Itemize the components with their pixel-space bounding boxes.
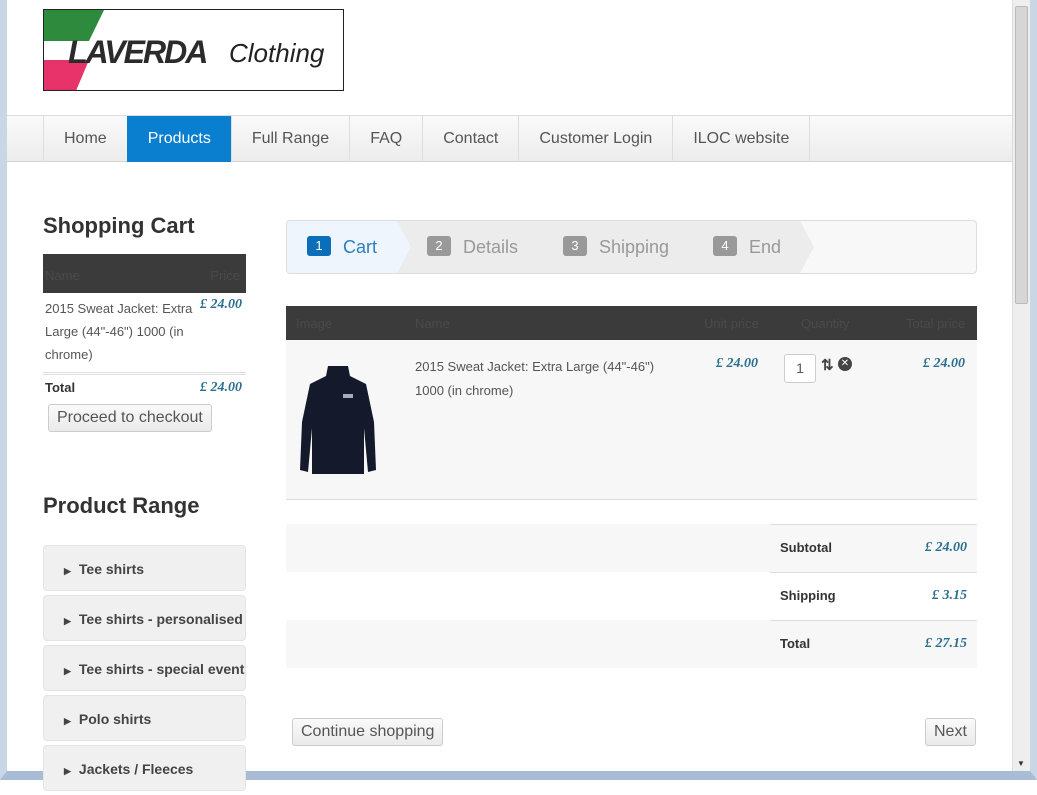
caret-right-icon: ▶ bbox=[64, 766, 71, 776]
logo-brand: LAVERDA bbox=[68, 34, 208, 70]
mini-cart: Name Price 2015 Sweat Jacket: Extra Large… bbox=[43, 254, 246, 432]
step-number: 1 bbox=[307, 236, 331, 256]
range-item-tee-shirts-special-event[interactable]: ▶ Tee shirts - special event bbox=[43, 645, 246, 691]
nav-faq[interactable]: FAQ bbox=[349, 116, 422, 162]
total-value: £ 27.15 bbox=[877, 620, 977, 668]
subtotal-row: Subtotal £ 24.00 bbox=[286, 524, 977, 572]
col-image: Image bbox=[296, 316, 333, 331]
mini-cart-item-name: 2015 Sweat Jacket: Extra Large (44"-46")… bbox=[45, 301, 193, 362]
col-quantity: Quantity bbox=[801, 316, 850, 331]
nav-contact[interactable]: Contact bbox=[422, 116, 518, 162]
proceed-to-checkout-button[interactable]: Proceed to checkout bbox=[48, 404, 212, 432]
nav-customer-login[interactable]: Customer Login bbox=[518, 116, 672, 162]
nav-iloc-website[interactable]: ILOC website bbox=[672, 116, 811, 162]
step-end[interactable]: 4 End bbox=[684, 221, 814, 273]
mini-cart-item: 2015 Sweat Jacket: Extra Large (44"-46")… bbox=[43, 293, 246, 375]
mini-cart-col-price: Price bbox=[210, 268, 240, 283]
range-item-label: Tee shirts - personalised bbox=[78, 611, 243, 627]
caret-right-icon: ▶ bbox=[64, 616, 71, 626]
mini-cart-total: £ 24.00 bbox=[200, 380, 242, 395]
step-shipping[interactable]: 3 Shipping bbox=[533, 221, 698, 273]
product-image-jacket[interactable] bbox=[298, 362, 378, 477]
cart-table: Image Name Unit price Quantity Total pri… bbox=[286, 306, 977, 500]
step-label: Shipping bbox=[599, 237, 670, 257]
step-number: 4 bbox=[713, 236, 737, 256]
subtotal-value: £ 24.00 bbox=[877, 524, 977, 572]
step-label: Cart bbox=[343, 237, 378, 257]
range-item-label: Tee shirts - special event bbox=[78, 661, 245, 677]
step-label: Details bbox=[463, 237, 519, 257]
logo-sub: Clothing bbox=[229, 38, 325, 68]
range-item-label: Jackets / Fleeces bbox=[78, 761, 194, 777]
shopping-cart-heading: Shopping Cart bbox=[43, 213, 195, 238]
continue-shopping-button[interactable]: Continue shopping bbox=[292, 718, 444, 746]
range-item-tee-shirts[interactable]: ▶ Tee shirts bbox=[43, 545, 246, 591]
next-button[interactable]: Next bbox=[925, 718, 976, 746]
vertical-scrollbar[interactable]: ▼ bbox=[1012, 0, 1030, 771]
product-range-heading: Product Range bbox=[43, 493, 200, 518]
nav-home[interactable]: Home bbox=[43, 116, 127, 162]
col-unit-price: Unit price bbox=[704, 316, 759, 331]
checkout-steps: 1 Cart 2 Details 3 Shipping 4 End bbox=[286, 220, 977, 274]
shipping-row: Shipping £ 3.15 bbox=[286, 572, 977, 620]
col-total-price: Total price bbox=[906, 316, 966, 331]
quantity-input[interactable]: 1 bbox=[784, 354, 816, 383]
shipping-label: Shipping bbox=[770, 572, 877, 620]
caret-right-icon: ▶ bbox=[64, 666, 71, 676]
shipping-value: £ 3.15 bbox=[877, 572, 977, 620]
cart-item-unit-price: £ 24.00 bbox=[716, 356, 758, 371]
scrollbar-thumb[interactable] bbox=[1015, 6, 1028, 304]
nav-full-range[interactable]: Full Range bbox=[230, 116, 349, 162]
laverda-clothing-logo[interactable]: LAVERDA Clothing bbox=[43, 9, 344, 91]
caret-right-icon: ▶ bbox=[64, 566, 71, 576]
step-number: 3 bbox=[563, 236, 587, 256]
mini-cart-item-price: £ 24.00 bbox=[200, 297, 242, 312]
total-row: Total £ 27.15 bbox=[286, 620, 977, 668]
cart-item-total-price: £ 24.00 bbox=[923, 356, 965, 371]
cart-item-name[interactable]: 2015 Sweat Jacket: Extra Large (44"-46")… bbox=[415, 355, 685, 403]
step-cart[interactable]: 1 Cart bbox=[287, 221, 411, 273]
step-label: End bbox=[749, 237, 782, 257]
step-number: 2 bbox=[427, 236, 451, 256]
main-nav: Home Products Full Range FAQ Contact Cus… bbox=[7, 115, 1012, 162]
mini-cart-total-label: Total bbox=[45, 380, 76, 395]
range-item-tee-shirts-personalised[interactable]: ▶ Tee shirts - personalised bbox=[43, 595, 246, 641]
range-item-label: Polo shirts bbox=[78, 711, 152, 727]
remove-icon[interactable]: ✕ bbox=[838, 357, 852, 371]
subtotal-label: Subtotal bbox=[770, 524, 877, 572]
table-row: 2015 Sweat Jacket: Extra Large (44"-46")… bbox=[286, 340, 977, 500]
nav-products[interactable]: Products bbox=[126, 116, 231, 162]
product-range-list: ▶ Tee shirts ▶ Tee shirts - personalised ▶… bbox=[43, 545, 246, 795]
scroll-down-arrow-icon[interactable]: ▼ bbox=[1017, 759, 1025, 768]
caret-right-icon: ▶ bbox=[64, 716, 71, 726]
total-label: Total bbox=[770, 620, 877, 668]
mini-cart-col-name: Name bbox=[45, 268, 80, 283]
col-name: Name bbox=[415, 316, 450, 331]
range-item-label: Tee shirts bbox=[78, 561, 145, 577]
range-item-polo-shirts[interactable]: ▶ Polo shirts bbox=[43, 695, 246, 741]
refresh-icon[interactable]: ⇅ bbox=[821, 356, 834, 374]
range-item-jackets-fleeces[interactable]: ▶ Jackets / Fleeces bbox=[43, 745, 246, 791]
step-details[interactable]: 2 Details bbox=[397, 221, 547, 273]
